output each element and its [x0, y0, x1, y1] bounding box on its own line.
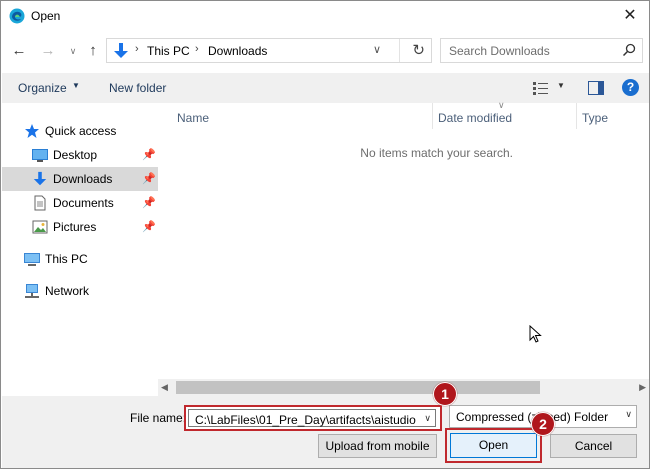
nav-label: Documents [53, 196, 114, 210]
upload-from-mobile-button[interactable]: Upload from mobile [318, 434, 437, 458]
empty-message: No items match your search. [360, 146, 513, 160]
star-icon [25, 124, 39, 138]
chevron-down-icon[interactable]: ∨ [373, 43, 381, 56]
crumb-separator: › [195, 43, 199, 55]
mouse-cursor-icon [529, 325, 542, 343]
toolbar: Organize ▼ New folder ▼ ? [2, 73, 649, 103]
chevron-down-icon[interactable]: ∨ [424, 413, 431, 424]
recent-chevron-icon[interactable]: ∨ [63, 41, 83, 61]
document-icon [34, 195, 46, 211]
pin-icon: 📌 [142, 173, 156, 185]
download-icon [33, 171, 47, 186]
column-header-date[interactable]: Date modified [438, 111, 512, 125]
column-header-name[interactable]: Name [177, 111, 209, 125]
new-folder-button[interactable]: New folder [109, 81, 166, 95]
nav-label: Network [45, 284, 90, 298]
file-list: Name ∨ Date modified Type No items match… [158, 100, 649, 379]
nav-item-network[interactable]: Network [2, 279, 158, 303]
nav-label: Downloads [53, 172, 113, 186]
horizontal-scrollbar[interactable]: ◀ ▶ [158, 379, 649, 396]
view-icon[interactable] [533, 82, 548, 95]
up-arrow-icon[interactable]: ↑ [83, 41, 103, 61]
scroll-right-icon[interactable]: ▶ [639, 382, 646, 393]
search-placeholder: Search Downloads [449, 44, 550, 58]
edge-icon [9, 8, 25, 24]
sort-caret-icon: ∨ [498, 100, 505, 110]
pictures-icon [32, 220, 48, 234]
help-icon[interactable]: ? [622, 79, 639, 96]
nav-item-documents[interactable]: Documents 📌 [2, 191, 158, 215]
step-badge-1: 1 [433, 382, 457, 406]
file-name-value: C:\LabFiles\01_Pre_Day\artifacts\aistudi… [195, 413, 416, 427]
nav-label: Pictures [53, 220, 97, 234]
divider [399, 39, 400, 62]
column-header-type[interactable]: Type [582, 111, 608, 125]
organize-button[interactable]: Organize [18, 81, 67, 95]
file-name-input[interactable]: C:\LabFiles\01_Pre_Day\artifacts\aistudi… [188, 409, 436, 427]
nav-label: Quick access [45, 124, 117, 138]
forward-arrow-icon[interactable]: → [38, 41, 58, 61]
pc-icon [24, 253, 40, 266]
scroll-thumb[interactable] [176, 381, 540, 394]
cancel-button[interactable]: Cancel [550, 434, 637, 458]
scroll-left-icon[interactable]: ◀ [161, 382, 168, 393]
open-button[interactable]: Open [450, 433, 537, 458]
breadcrumb-this-pc[interactable]: This PC [147, 44, 190, 58]
open-dialog: Open ✕ ← → ∨ ↑ › This PC › Downloads ∨ ↻… [0, 0, 650, 469]
search-input[interactable]: Search Downloads [440, 38, 643, 63]
caret-down-icon[interactable]: ▼ [557, 81, 565, 90]
chevron-down-icon: ∨ [625, 409, 632, 419]
file-name-highlight: C:\LabFiles\01_Pre_Day\artifacts\aistudi… [184, 405, 442, 431]
pin-icon: 📌 [142, 221, 156, 233]
nav-label: This PC [45, 252, 88, 266]
nav-item-this-pc[interactable]: This PC [2, 247, 158, 271]
pin-icon: 📌 [142, 149, 156, 161]
close-button[interactable]: ✕ [617, 4, 643, 28]
column-divider [576, 103, 577, 129]
navigation-pane: Quick access Desktop 📌 Downloads 📌 Docum… [2, 103, 158, 393]
back-arrow-icon[interactable]: ← [9, 41, 29, 61]
refresh-icon[interactable]: ↻ [412, 41, 425, 59]
breadcrumb-downloads[interactable]: Downloads [208, 44, 267, 58]
title-bar: Open ✕ [1, 1, 649, 31]
file-name-label: File name: [130, 411, 187, 425]
network-icon [25, 284, 39, 298]
download-icon [114, 43, 128, 58]
nav-item-quick-access[interactable]: Quick access [2, 119, 158, 143]
address-bar[interactable]: › This PC › Downloads ∨ ↻ [106, 38, 432, 63]
caret-down-icon: ▼ [72, 81, 80, 90]
step-badge-2: 2 [531, 412, 555, 436]
nav-item-desktop[interactable]: Desktop 📌 [2, 143, 158, 167]
desktop-icon [32, 149, 48, 162]
nav-item-pictures[interactable]: Pictures 📌 [2, 215, 158, 239]
search-icon [622, 43, 636, 57]
pin-icon: 📌 [142, 197, 156, 209]
preview-pane-icon[interactable] [588, 81, 604, 95]
nav-label: Desktop [53, 148, 98, 162]
window-title: Open [31, 9, 61, 23]
nav-item-downloads[interactable]: Downloads 📌 [2, 167, 158, 191]
open-button-highlight: Open [445, 428, 542, 463]
crumb-separator: › [135, 43, 139, 55]
column-divider [432, 103, 433, 129]
